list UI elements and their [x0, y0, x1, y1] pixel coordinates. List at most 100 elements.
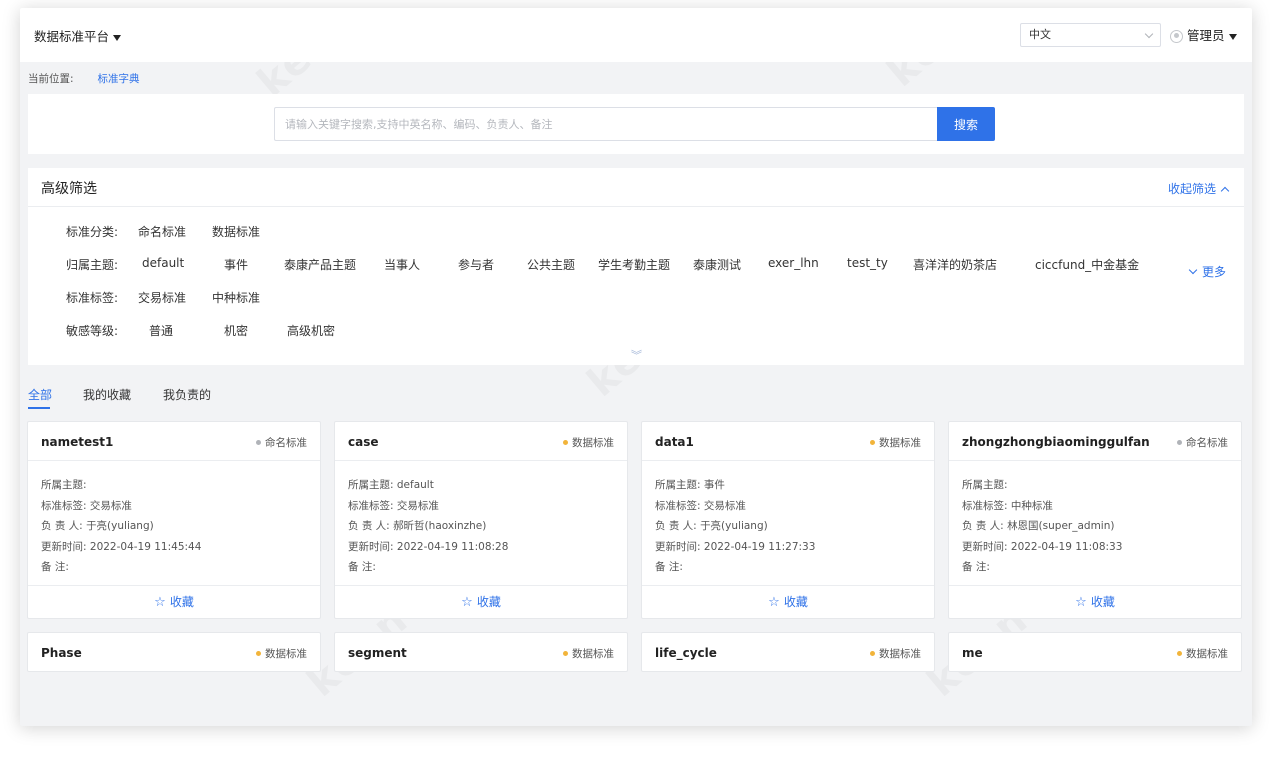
card-details: 所属主题: 事件 标准标签: 交易标准 负 责 人: 于亮(yuliang) 更…: [655, 475, 815, 578]
caret-down-icon: [1228, 33, 1237, 40]
card-type-label: 数据标准: [879, 437, 921, 449]
card-type-label: 命名标准: [1186, 437, 1228, 449]
tab-favorites[interactable]: 我的收藏: [83, 386, 131, 403]
advanced-filter-panel: 高级筛选 收起筛选 标准分类: 命名标准 数据标准 归属主题: default …: [28, 168, 1244, 365]
card-details: 所属主题: default 标准标签: 交易标准 负 责 人: 郝昕哲(haox…: [348, 475, 508, 578]
card-remark: 备 注:: [41, 561, 69, 573]
filter-option[interactable]: default: [142, 256, 184, 270]
standard-card[interactable]: nametest1 命名标准 所属主题: 标准标签: 交易标准 负 责 人: 于…: [27, 421, 321, 619]
standard-card[interactable]: case 数据标准 所属主题: default 标准标签: 交易标准 负 责 人…: [334, 421, 628, 619]
card-name: segment: [348, 646, 407, 660]
favorite-label: 收藏: [1090, 595, 1115, 609]
filter-option[interactable]: 交易标准: [138, 289, 186, 306]
standard-card[interactable]: Phase 数据标准: [27, 632, 321, 672]
filter-option[interactable]: 泰康测试: [693, 256, 741, 273]
filter-label: 标准分类:: [66, 225, 119, 239]
filter-option[interactable]: ciccfund_中金基金: [1035, 256, 1139, 273]
favorite-label: 收藏: [169, 595, 194, 609]
standard-card[interactable]: data1 数据标准 所属主题: 事件 标准标签: 交易标准 负 责 人: 于亮…: [641, 421, 935, 619]
search-input[interactable]: [274, 107, 938, 141]
card-owner: 负 责 人: 林恩国(super_admin): [962, 520, 1115, 532]
breadcrumb-current[interactable]: 标准字典: [98, 73, 140, 85]
card-type-badge: 命名标准: [1177, 435, 1228, 450]
chevron-down-icon: [1144, 29, 1154, 39]
filter-option[interactable]: 事件: [224, 256, 248, 273]
filter-option[interactable]: 学生考勤主题: [598, 256, 670, 273]
card-header: Phase 数据标准: [28, 633, 320, 672]
filter-option[interactable]: 泰康产品主题: [284, 256, 356, 273]
collapse-filter-label: 收起筛选: [1167, 182, 1216, 196]
card-type-badge: 数据标准: [870, 646, 921, 661]
star-icon: ☆: [461, 595, 473, 610]
chevron-down-icon: [1188, 265, 1198, 274]
favorite-button[interactable]: ☆ 收藏: [28, 585, 320, 618]
standard-card[interactable]: zhongzhongbiaominggulfan 命名标准 所属主题: 标准标签…: [948, 421, 1242, 619]
card-tag: 标准标签: 交易标准: [655, 499, 746, 512]
active-tab-indicator: [28, 407, 50, 409]
filter-option[interactable]: 命名标准: [138, 223, 186, 240]
card-details: 所属主题: 标准标签: 交易标准 负 责 人: 于亮(yuliang) 更新时间…: [41, 475, 201, 578]
filter-option[interactable]: 喜洋洋的奶茶店: [913, 256, 997, 273]
chevron-up-icon: [1220, 186, 1230, 195]
card-updated: 更新时间: 2022-04-19 11:27:33: [655, 540, 816, 553]
filter-option[interactable]: 机密: [224, 322, 248, 339]
card-details: 所属主题: 标准标签: 中种标准 负 责 人: 林恩国(super_admin)…: [962, 475, 1122, 578]
standard-card[interactable]: me 数据标准: [948, 632, 1242, 672]
filter-option[interactable]: 公共主题: [527, 256, 575, 273]
user-menu[interactable]: 管理员: [1170, 25, 1237, 44]
user-label: 管理员: [1187, 28, 1225, 43]
language-value: 中文: [1029, 28, 1051, 41]
filter-option[interactable]: 普通: [149, 322, 173, 339]
card-type-badge: 数据标准: [870, 435, 921, 450]
filter-option[interactable]: 数据标准: [212, 223, 260, 240]
caret-down-icon: [113, 34, 122, 41]
filter-option[interactable]: exer_lhn: [768, 256, 819, 270]
more-themes-link[interactable]: 更多: [1188, 263, 1226, 280]
tab-mine[interactable]: 我负责的: [163, 386, 211, 403]
filter-option[interactable]: 高级机密: [287, 322, 335, 339]
card-theme: 所属主题:: [962, 479, 1008, 491]
user-icon: [1170, 30, 1183, 43]
card-owner: 负 责 人: 于亮(yuliang): [41, 520, 154, 532]
favorite-button[interactable]: ☆ 收藏: [335, 585, 627, 618]
card-type-label: 数据标准: [572, 437, 614, 449]
app-window: keen keen keen keen keen keen keen keen …: [20, 8, 1252, 726]
tab-bar: 全部 我的收藏 我负责的: [28, 386, 1244, 410]
filter-option[interactable]: test_ty: [847, 256, 888, 270]
card-updated: 更新时间: 2022-04-19 11:08:33: [962, 540, 1123, 553]
tab-all[interactable]: 全部: [28, 386, 52, 403]
card-name: me: [962, 646, 983, 660]
standard-card[interactable]: segment 数据标准: [334, 632, 628, 672]
card-remark: 备 注:: [655, 561, 683, 573]
star-icon: ☆: [154, 595, 166, 610]
expand-double-chevron-icon[interactable]: ︾: [631, 350, 642, 361]
card-type-badge: 数据标准: [563, 646, 614, 661]
card-name: data1: [655, 435, 694, 449]
card-updated: 更新时间: 2022-04-19 11:45:44: [41, 540, 202, 553]
collapse-filter-link[interactable]: 收起筛选: [1167, 180, 1230, 197]
filter-option[interactable]: 当事人: [384, 256, 420, 273]
card-header: segment 数据标准: [335, 633, 627, 672]
card-theme: 所属主题:: [41, 479, 87, 491]
card-type-label: 数据标准: [572, 648, 614, 660]
filter-option[interactable]: 参与者: [458, 256, 494, 273]
search-panel: 搜索: [28, 94, 1244, 154]
standard-card[interactable]: life_cycle 数据标准: [641, 632, 935, 672]
breadcrumb: 当前位置: 标准字典: [28, 71, 140, 86]
search-button[interactable]: 搜索: [937, 107, 995, 141]
card-type-badge: 命名标准: [256, 435, 307, 450]
card-remark: 备 注:: [962, 561, 990, 573]
platform-switcher[interactable]: 数据标准平台: [34, 26, 122, 45]
favorite-button[interactable]: ☆ 收藏: [949, 585, 1241, 618]
status-dot-icon: [563, 439, 568, 445]
favorite-button[interactable]: ☆ 收藏: [642, 585, 934, 618]
card-name: Phase: [41, 646, 82, 660]
top-bar: 数据标准平台 中文 管理员: [20, 8, 1252, 62]
card-header: me 数据标准: [949, 633, 1241, 672]
card-theme: 所属主题: default: [348, 479, 434, 491]
language-select[interactable]: 中文: [1020, 23, 1161, 47]
card-type-label: 命名标准: [265, 437, 307, 449]
status-dot-icon: [1177, 650, 1182, 656]
card-theme: 所属主题: 事件: [655, 479, 725, 491]
filter-option[interactable]: 中种标准: [212, 289, 260, 306]
